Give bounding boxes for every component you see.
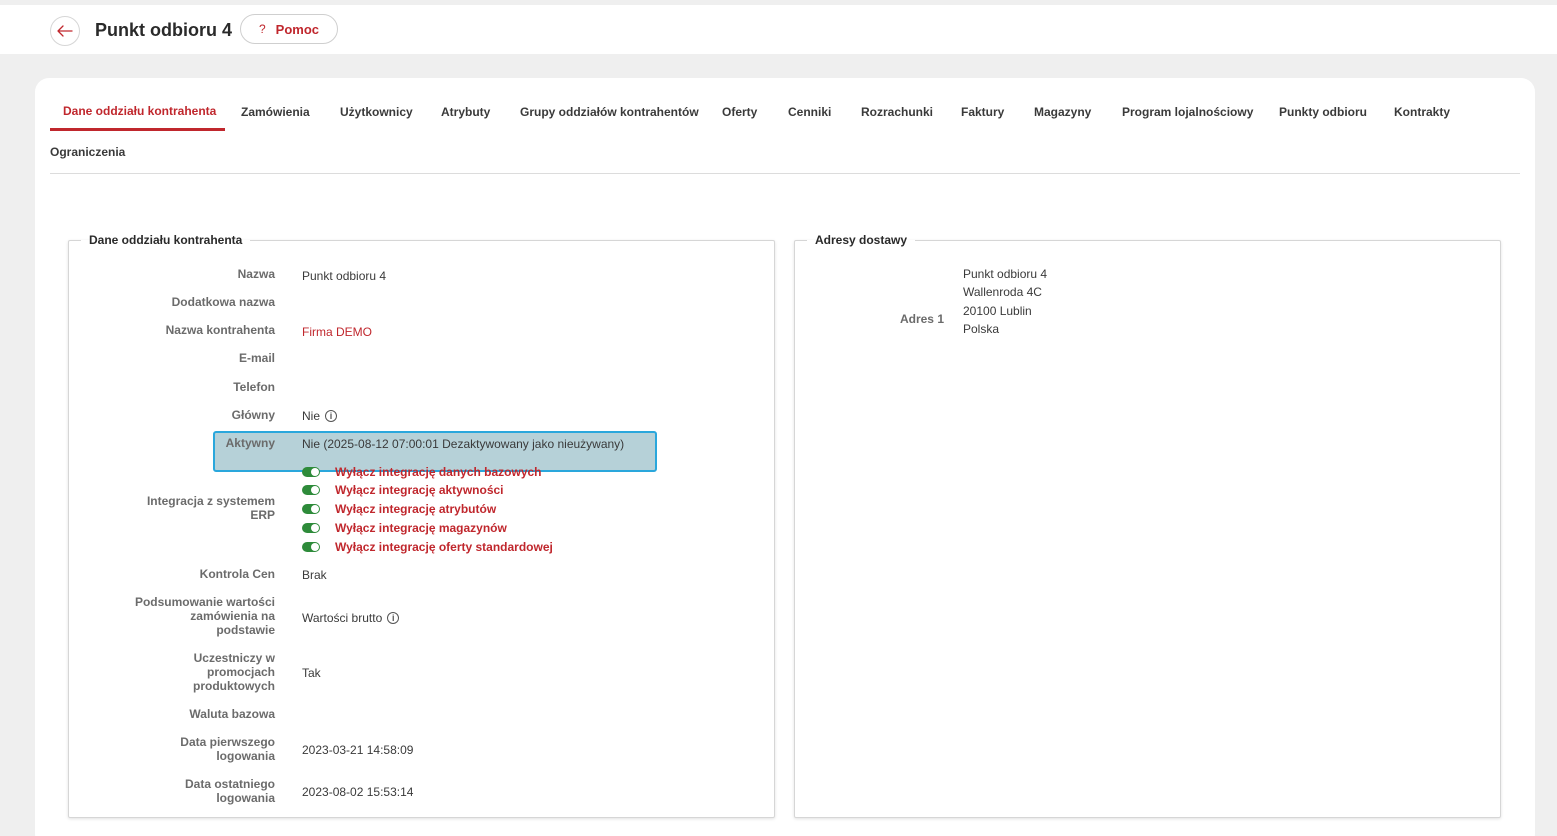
label-kontrola-cen: Kontrola Cen <box>199 567 275 581</box>
integration-toggle-row[interactable]: Wyłącz integrację aktywności <box>302 483 504 497</box>
toggle-label-aktywnosci: Wyłącz integrację aktywności <box>335 483 504 497</box>
tab-oferty[interactable]: Oferty <box>722 105 757 119</box>
toggle-switch[interactable] <box>302 523 320 533</box>
top-bar: Punkt odbioru 4 ? Pomoc <box>0 5 1557 54</box>
value-podsumowanie-text: Wartości brutto <box>302 611 383 625</box>
content-card: Dane oddziału kontrahenta Zamówienia Uży… <box>35 78 1535 836</box>
toggle-label-dane-bazowe: Wyłącz integrację danych bazowych <box>335 465 542 479</box>
help-button-label: Pomoc <box>275 21 320 37</box>
value-data-pierwszego: 2023-03-21 14:58:09 <box>302 743 414 757</box>
integration-toggle-row[interactable]: Wyłącz integrację danych bazowych <box>302 465 542 479</box>
integration-toggle-row[interactable]: Wyłącz integrację atrybutów <box>302 502 496 516</box>
label-promocje: Uczestniczy w promocjach produktowych <box>192 651 275 693</box>
toggle-switch[interactable] <box>302 504 320 514</box>
label-data-pierwszego: Data pierwszego logowania <box>180 735 275 763</box>
label-glowny: Główny <box>231 408 275 422</box>
address-line: Punkt odbioru 4 <box>963 267 1048 281</box>
label-data-ostatniego: Data ostatniego logowania <box>184 777 275 805</box>
tab-magazyny[interactable]: Magazyny <box>1034 105 1091 119</box>
value-kontrola-cen: Brak <box>302 568 327 582</box>
toggle-switch[interactable] <box>302 485 320 495</box>
tab-rozrachunki[interactable]: Rozrachunki <box>861 105 933 119</box>
page-title: Punkt odbioru 4 <box>95 20 232 40</box>
address-line: Wallenroda 4C <box>963 285 1042 300</box>
integration-toggle-row[interactable]: Wyłącz integrację oferty standardowej <box>302 540 553 554</box>
tab-faktury[interactable]: Faktury <box>961 105 1004 119</box>
address-line: Polska <box>963 321 1000 336</box>
tab-program-lojalnosciowy[interactable]: Program lojalnościowy <box>1122 105 1253 119</box>
tab-bar: Dane oddziału kontrahenta Zamówienia Uży… <box>50 96 1520 174</box>
label-nazwa-kontrahenta: Nazwa kontrahenta <box>165 323 275 337</box>
label-nazwa: Nazwa <box>237 267 275 281</box>
active-tab-indicator <box>50 128 225 131</box>
label-column: Nazwa Dodatkowa nazwa Nazwa kontrahenta … <box>69 247 275 817</box>
link-firma-demo[interactable]: Firma DEMO <box>302 325 372 339</box>
value-data-ostatniego: 2023-08-02 15:53:14 <box>302 785 414 799</box>
tab-punkty-odbioru[interactable]: Punkty odbioru <box>1279 105 1367 119</box>
value-podsumowanie: Wartości brutto i <box>302 611 400 625</box>
toggle-label-oferta-standardowa: Wyłącz integrację oferty standardowej <box>335 540 553 554</box>
branch-details-legend: Dane oddziału kontrahenta <box>89 233 243 247</box>
label-dodatkowa-nazwa: Dodatkowa nazwa <box>171 295 275 309</box>
tab-zamowienia[interactable]: Zamówienia <box>241 105 310 119</box>
integration-toggle-row[interactable]: Wyłącz integrację magazynów <box>302 521 507 535</box>
tab-grupy-oddzialow[interactable]: Grupy oddziałów kontrahentów <box>520 105 699 119</box>
toggle-switch[interactable] <box>302 467 320 477</box>
tab-cenniki[interactable]: Cenniki <box>788 105 831 119</box>
label-adres-1: Adres 1 <box>899 312 944 326</box>
question-icon: ? <box>258 22 266 36</box>
address-block: Punkt odbioru 4 Wallenroda 4C 20100 Lubl… <box>963 265 1047 338</box>
toggle-label-magazyny: Wyłącz integrację magazynów <box>335 521 507 535</box>
label-podsumowanie: Podsumowanie wartości zamówienia na pods… <box>134 595 275 637</box>
toggle-label-atrybuty: Wyłącz integrację atrybutów <box>335 502 497 516</box>
label-telefon: Telefon <box>233 380 275 394</box>
label-integracja-erp: Integracja z systemem ERP <box>146 494 275 522</box>
value-glowny-text: Nie <box>302 409 321 423</box>
help-button[interactable]: ? Pomoc <box>240 14 338 44</box>
label-waluta-bazowa: Waluta bazowa <box>189 707 275 721</box>
delivery-addresses-panel: Adresy dostawy Adres 1 Punkt odbioru 4 W… <box>794 233 1501 818</box>
back-button[interactable] <box>50 16 80 46</box>
tab-atrybuty[interactable]: Atrybuty <box>441 105 490 119</box>
label-aktywny: Aktywny <box>225 436 275 450</box>
tab-ograniczenia[interactable]: Ograniczenia <box>50 145 125 159</box>
toggle-switch[interactable] <box>302 542 320 552</box>
arrow-left-icon <box>57 25 73 37</box>
value-glowny: Nie i <box>302 409 338 423</box>
label-email: E-mail <box>238 351 275 365</box>
branch-details-panel: Dane oddziału kontrahenta Nazwa Dodatkow… <box>68 233 775 818</box>
value-promocje: Tak <box>302 666 321 680</box>
info-icon[interactable]: i <box>325 410 338 422</box>
tab-dane-oddzialu[interactable]: Dane oddziału kontrahenta <box>63 104 216 118</box>
tab-uzytkownicy[interactable]: Użytkownicy <box>340 105 413 119</box>
value-aktywny: Nie (2025-08-12 07:00:01 Dezaktywowany j… <box>302 437 625 451</box>
delivery-addresses-legend: Adresy dostawy <box>815 233 908 247</box>
tab-kontrakty[interactable]: Kontrakty <box>1394 105 1450 119</box>
value-nazwa: Punkt odbioru 4 <box>302 269 387 283</box>
address-line: 20100 Lublin <box>963 303 1032 318</box>
info-icon[interactable]: i <box>387 612 400 624</box>
